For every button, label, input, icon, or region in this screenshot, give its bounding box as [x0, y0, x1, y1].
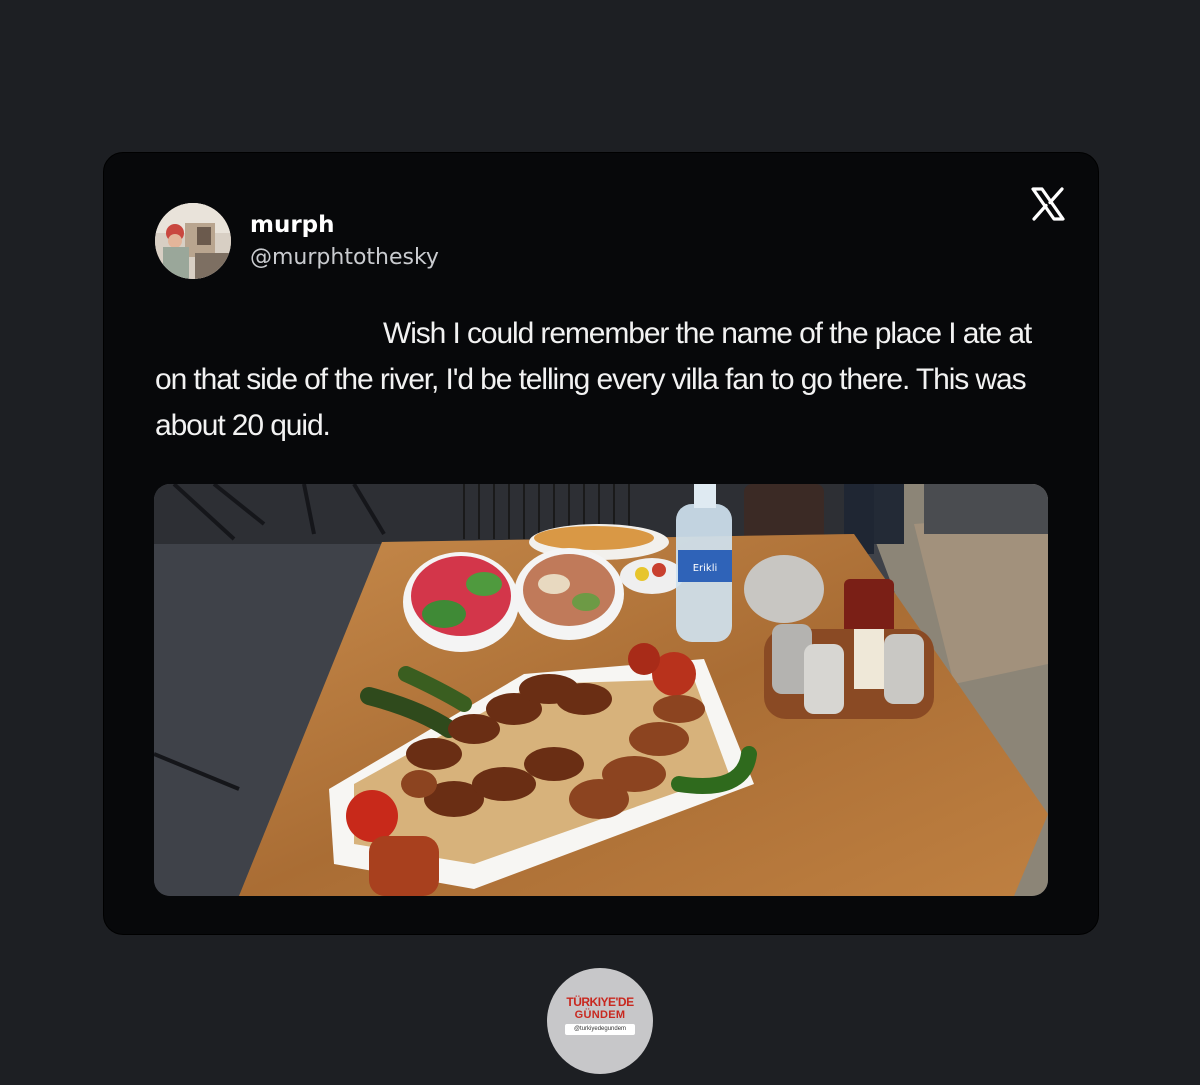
bottle-label: Erikli — [693, 563, 718, 574]
post-text-content: Wish I could remember the name of the pl… — [155, 317, 1032, 442]
display-name[interactable]: murph — [250, 212, 335, 238]
avatar[interactable] — [155, 203, 231, 279]
user-handle[interactable]: @murphtothesky — [250, 245, 439, 270]
avatar-photo — [155, 203, 231, 279]
x-logo-icon[interactable] — [1030, 186, 1066, 222]
post-media[interactable]: Erikli — [154, 484, 1048, 896]
watermark-line1: TÜRKIYE'DE — [566, 995, 634, 1009]
watermark-logo: TÜRKIYE'DE GÜNDEM @turkiyedegundem — [547, 968, 653, 1074]
watermark-handle: @turkiyedegundem — [565, 1024, 635, 1035]
post-text: Wish I could remember the name of the pl… — [155, 311, 1055, 449]
post-card: murph @murphtothesky Wish I could rememb… — [103, 152, 1099, 935]
watermark-line2: GÜNDEM — [574, 1009, 626, 1021]
food-photo: Erikli — [154, 484, 1048, 896]
